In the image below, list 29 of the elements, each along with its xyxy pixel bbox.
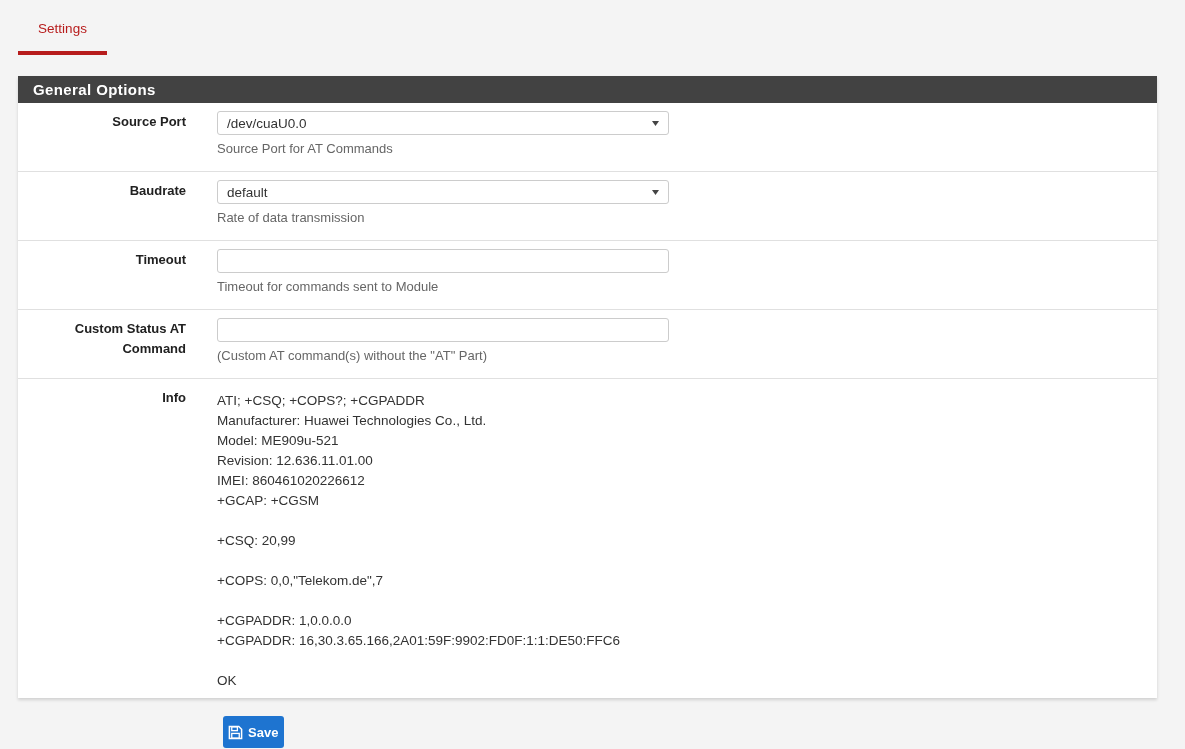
info-line: +CGPADDR: 16,30.3.65.166,2A01:59F:9902:FD0F:1:1:DE50:FFC6	[217, 632, 622, 650]
panel-title: General Options	[18, 76, 1157, 103]
caret-icon	[652, 189, 659, 195]
input-field[interactable]	[217, 318, 669, 342]
info-line: Model: ME909u-521	[217, 432, 340, 450]
info-line: ATI; +CSQ; +COPS?; +CGPADDR	[217, 392, 426, 410]
info-line: OK	[217, 672, 238, 690]
field-label: Timeout	[134, 251, 186, 269]
info-line: IMEI: 860461020226612	[217, 472, 366, 490]
save-button[interactable]: Save	[223, 716, 285, 748]
info-line: +CSQ: 20,99	[217, 532, 297, 550]
dropdown[interactable]: /dev/cuaU0.0	[217, 111, 669, 135]
help-text: Timeout for commands sent to Module	[217, 279, 440, 294]
info-line: +CGPADDR: 1,0.0.0.0	[217, 612, 353, 630]
info-line: +COPS: 0,0,"Telekom.de",7	[217, 572, 385, 590]
help-text: Rate of data transmission	[217, 210, 366, 225]
info-line: Revision: 12.636.11.01.00	[217, 452, 374, 470]
caret-icon	[652, 120, 659, 126]
help-text: (Custom AT command(s) without the "AT" Part)	[217, 348, 489, 363]
field-label: Info	[161, 389, 186, 407]
field-label: Custom Status AT Command	[73, 320, 186, 358]
field-label: Baudrate	[128, 182, 186, 200]
field-label: Source Port	[111, 113, 186, 131]
dropdown[interactable]: default	[217, 180, 669, 204]
settings-tab[interactable]: Settings	[18, 18, 107, 55]
help-text: Source Port for AT Commands	[217, 141, 394, 156]
input-field[interactable]	[217, 249, 669, 273]
info-line: +GCAP: +CGSM	[217, 492, 321, 510]
info-line: Manufacturer: Huawei Technologies Co., Ltd.	[217, 412, 488, 430]
